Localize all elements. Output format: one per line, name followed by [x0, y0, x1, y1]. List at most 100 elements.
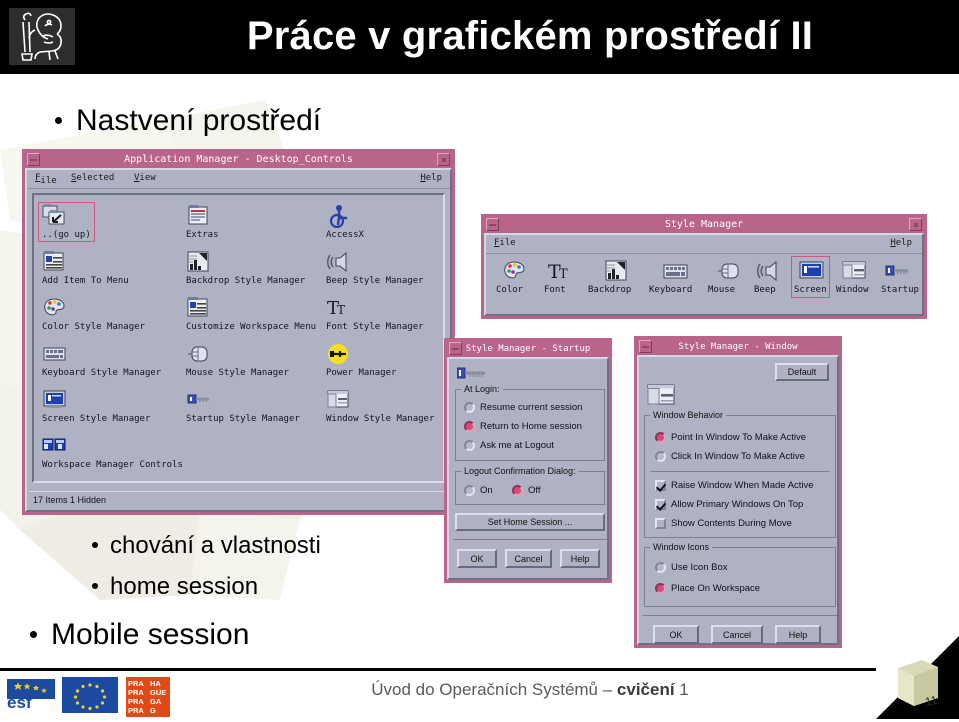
svg-text:PRA: PRA — [128, 679, 144, 688]
tool-label: Startup — [881, 285, 919, 295]
ok-button[interactable]: OK — [457, 549, 497, 568]
dialog-separator — [453, 539, 607, 540]
radio-logout-off[interactable] — [512, 485, 523, 496]
tool-color[interactable]: Color — [496, 259, 528, 295]
accessx-wheelchair-icon — [326, 204, 352, 229]
menu-file[interactable]: File — [494, 238, 516, 248]
app-item-color-style-manager[interactable]: Color Style Manager — [42, 296, 145, 332]
tool-backdrop[interactable]: Backdrop — [588, 259, 631, 295]
help-button[interactable]: Help — [775, 625, 821, 644]
radio-logout-on[interactable] — [464, 485, 475, 496]
radio-label: Use Icon Box — [671, 562, 728, 573]
workspace-manager-icon — [42, 434, 68, 458]
app-item-extras[interactable]: Extras — [186, 204, 219, 240]
tool-label: Mouse — [708, 285, 736, 295]
font-icon: TT — [326, 296, 352, 320]
tool-font[interactable]: TT Font — [544, 259, 573, 295]
customize-workspace-menu-icon — [186, 296, 212, 320]
app-manager-titlebar[interactable]: Application Manager - Desktop_Controls — [25, 152, 452, 168]
eu-flag-logo-icon — [62, 677, 118, 713]
app-item-power-manager[interactable]: Power Manager — [326, 342, 396, 378]
window-dialog-titlebar[interactable]: Style Manager - Window — [637, 339, 839, 355]
cancel-button[interactable]: Cancel — [711, 625, 763, 644]
tool-keyboard[interactable]: Keyboard — [649, 259, 692, 295]
help-button[interactable]: Help — [560, 549, 600, 568]
radio-return-to-home-session[interactable] — [464, 421, 475, 432]
app-item-workspace-manager-controls[interactable]: Workspace Manager Controls — [42, 434, 183, 470]
check-label: Raise Window When Made Active — [671, 480, 814, 491]
window-dialog-window[interactable]: Style Manager - Window Default Window Be… — [634, 336, 842, 648]
radio-place-on-workspace[interactable] — [655, 583, 666, 594]
cancel-button[interactable]: Cancel — [505, 549, 552, 568]
app-item-beep-style-manager[interactable]: Beep Style Manager — [326, 250, 424, 286]
radio-click-in-window[interactable] — [655, 451, 666, 462]
page-number-badge: 11 — [923, 692, 939, 710]
menu-selected[interactable]: Selected — [71, 173, 114, 183]
check-raise-window[interactable] — [655, 480, 666, 491]
tool-screen[interactable]: Screen — [791, 256, 830, 298]
maximize-button[interactable] — [909, 218, 922, 231]
app-item-label: Backdrop Style Manager — [186, 276, 306, 286]
app-item-screen-style-manager[interactable]: Screen Style Manager — [42, 388, 150, 424]
app-manager-statusbar: 17 Items 1 Hidden — [29, 491, 448, 508]
svg-text:T: T — [337, 303, 345, 317]
check-show-contents-during-move[interactable] — [655, 518, 666, 529]
app-item-label: Add Item To Menu — [42, 276, 129, 286]
style-manager-window[interactable]: Style Manager File Help Color TT Font Ba… — [481, 214, 927, 319]
tool-mouse[interactable]: Mouse — [708, 259, 742, 295]
startup-dialog-title: Style Manager - Startup — [465, 344, 591, 354]
app-item-window-style-manager[interactable]: Window Style Manager — [326, 388, 434, 424]
app-item-accessx[interactable]: AccessX — [326, 204, 364, 240]
menu-help[interactable]: Help — [420, 173, 442, 183]
corner-decoration — [876, 636, 959, 719]
app-manager-icon-view[interactable]: ..(go up) Extras AccessX Add Item To Men… — [32, 193, 445, 483]
set-home-session-button[interactable]: Set Home Session ... — [455, 513, 605, 531]
bullet-item: home session — [92, 573, 258, 601]
app-item-label: Keyboard Style Manager — [42, 368, 162, 378]
tool-label: Beep — [754, 285, 776, 295]
application-manager-window[interactable]: Application Manager - Desktop_Controls F… — [22, 149, 455, 515]
backdrop-icon — [604, 259, 630, 283]
tool-label: Backdrop — [588, 285, 632, 295]
startup-dialog-titlebar[interactable]: Style Manager - Startup — [447, 341, 609, 357]
add-item-to-menu-icon — [42, 250, 68, 274]
radio-use-icon-box[interactable] — [655, 562, 666, 573]
ok-button[interactable]: OK — [653, 625, 699, 644]
svg-text:G: G — [150, 706, 156, 715]
startup-dialog-window[interactable]: Style Manager - Startup At Login: Resume… — [444, 338, 612, 583]
app-item-add-item-to-menu[interactable]: Add Item To Menu — [42, 250, 129, 286]
check-allow-primary-windows-on-top[interactable] — [655, 499, 666, 510]
tool-startup[interactable]: Startup — [881, 259, 919, 295]
check-label: Allow Primary Windows On Top — [671, 499, 804, 510]
app-item-label: Font Style Manager — [326, 322, 424, 332]
at-login-group-title: At Login: — [461, 384, 503, 394]
menu-view[interactable]: View — [134, 173, 156, 183]
maximize-button[interactable] — [437, 153, 450, 166]
app-manager-menubar: File Selected View Help — [27, 170, 450, 189]
app-item-font-style-manager[interactable]: TT Font Style Manager — [326, 296, 424, 332]
app-item-go-up[interactable]: ..(go up) — [38, 202, 95, 242]
menu-file[interactable]: File — [35, 173, 57, 186]
bullet-text: chování a vlastnosti — [110, 532, 321, 559]
app-item-label: Screen Style Manager — [42, 414, 151, 424]
radio-resume-current-session[interactable] — [464, 402, 475, 413]
app-item-mouse-style-manager[interactable]: Mouse Style Manager — [186, 342, 289, 378]
style-manager-toolbar: Color TT Font Backdrop Keyboard Mouse Be… — [486, 255, 922, 313]
tool-window[interactable]: Window — [836, 259, 869, 295]
default-button[interactable]: Default — [775, 363, 829, 381]
radio-ask-me-at-logout[interactable] — [464, 440, 475, 451]
tool-label: Screen — [794, 285, 827, 295]
radio-point-in-window[interactable] — [655, 432, 666, 443]
page-title: Práce v grafickém prostředí II — [246, 14, 814, 58]
bullet-item: Nastvení prostředí — [55, 104, 321, 138]
app-item-customize-workspace-menu[interactable]: Customize Workspace Menu — [186, 296, 316, 332]
style-manager-titlebar[interactable]: Style Manager — [484, 217, 924, 233]
window-icon — [326, 388, 352, 412]
svg-text:HA: HA — [150, 679, 161, 688]
menu-help[interactable]: Help — [890, 238, 912, 248]
app-item-label: Window Style Manager — [326, 414, 435, 424]
app-item-backdrop-style-manager[interactable]: Backdrop Style Manager — [186, 250, 305, 286]
tool-beep[interactable]: Beep — [754, 259, 782, 295]
app-item-keyboard-style-manager[interactable]: Keyboard Style Manager — [42, 342, 161, 378]
app-item-startup-style-manager[interactable]: Startup Style Manager — [186, 388, 300, 424]
